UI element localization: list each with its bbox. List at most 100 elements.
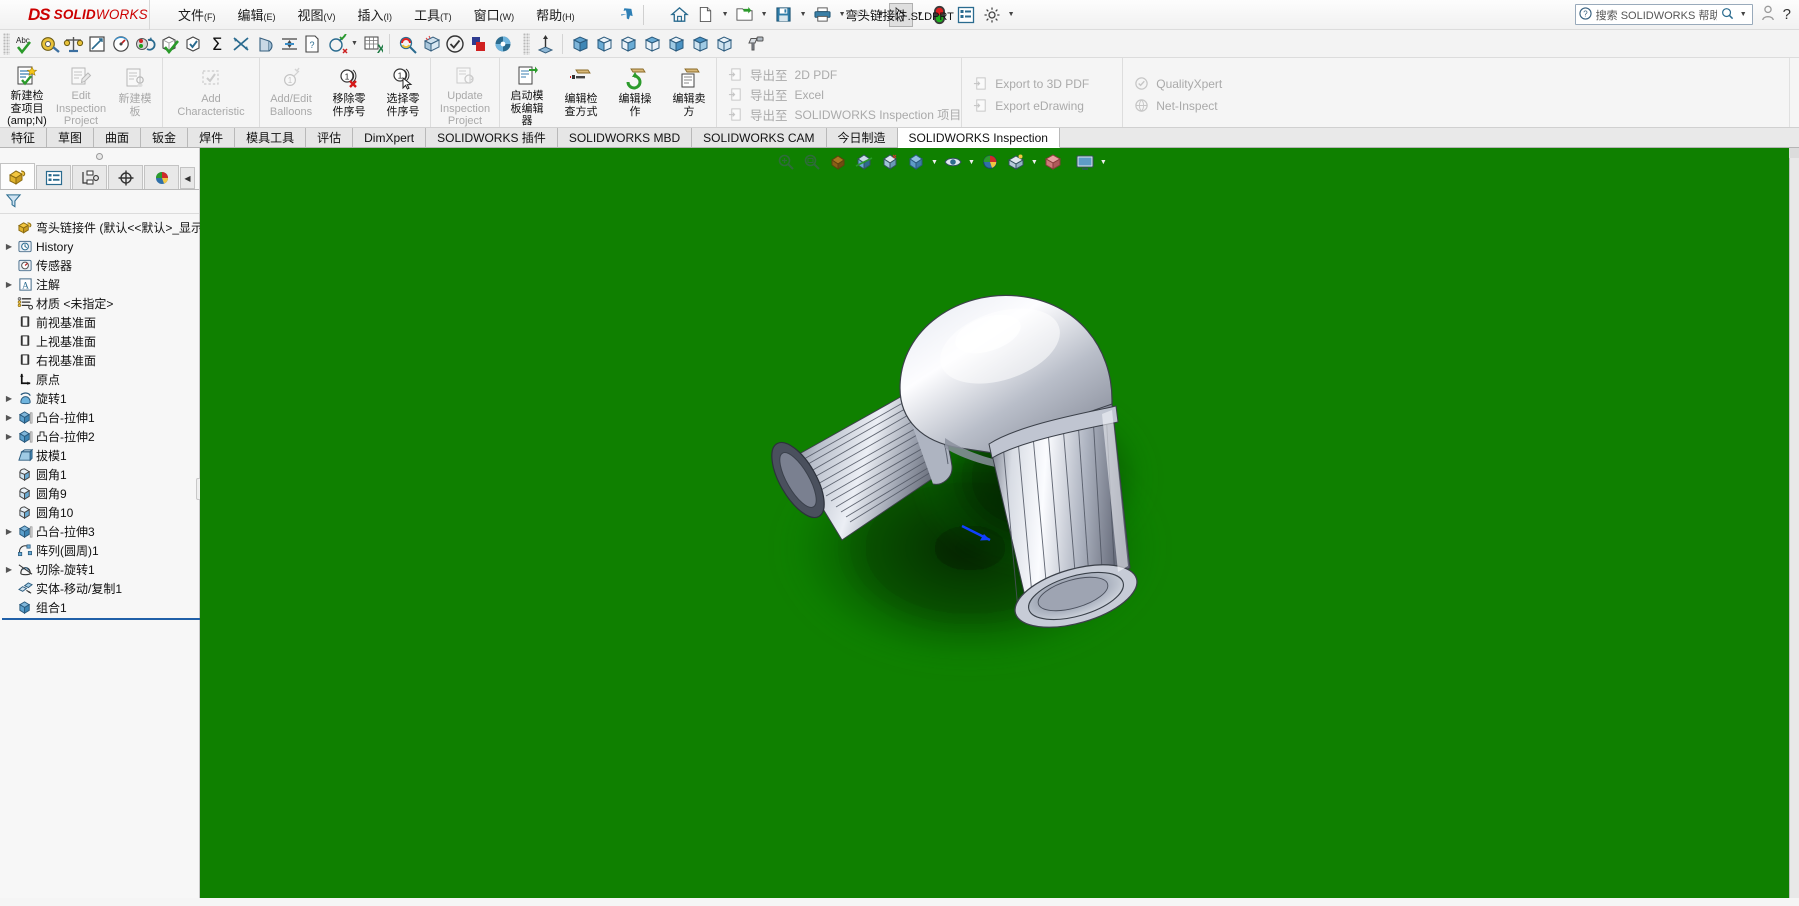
tree-node-fillet10[interactable]: 圆角10 (2, 503, 199, 522)
front-view-icon[interactable] (592, 32, 616, 56)
tree-node-fillet1[interactable]: 圆角1 (2, 465, 199, 484)
tree-expander[interactable]: ▶ (2, 565, 16, 574)
tree-node-extrude1[interactable]: ▶ 凸台-拉伸1 (2, 408, 199, 427)
tab-surfaces[interactable]: 曲面 (94, 128, 142, 147)
options-list-icon[interactable] (954, 3, 978, 27)
sum-equation-icon[interactable]: Σ (205, 32, 229, 56)
new-inspection-project-button[interactable]: 新建检 查项目 (amp;N) (0, 61, 54, 127)
tree-node-history[interactable]: ▶ History (2, 237, 199, 256)
feature-manager-tab[interactable] (0, 163, 35, 189)
left-view-icon[interactable] (640, 32, 664, 56)
search-help-box[interactable]: ? 搜索 SOLIDWORKS 帮助 ▼ (1574, 4, 1753, 25)
tab-manufacturing-today[interactable]: 今日制造 (826, 128, 898, 147)
tree-node-revolve1[interactable]: ▶ 旋转1 (2, 389, 199, 408)
launch-template-editor-button[interactable]: 启动模 板编辑 器 (500, 61, 554, 127)
tab-solidworks-addins[interactable]: SOLIDWORKS 插件 (426, 128, 558, 147)
paint-appearance-icon[interactable] (744, 32, 768, 56)
excel-export-icon[interactable]: X (360, 32, 384, 56)
qualityxpert-item[interactable]: QualityXpert (1133, 73, 1253, 95)
tree-expander[interactable]: ▶ (2, 527, 16, 536)
compare-documents-icon[interactable]: ? (301, 32, 325, 56)
select-balloon-button[interactable]: 1 选择零 件序号 (376, 61, 430, 124)
chevron-down-icon[interactable]: ▼ (915, 11, 926, 18)
top-view-icon[interactable] (688, 32, 712, 56)
bottom-view-icon[interactable] (712, 32, 736, 56)
tab-sketch[interactable]: 草图 (47, 128, 95, 147)
toolbar-grip[interactable] (3, 32, 10, 55)
sensor-gauge-icon[interactable] (109, 32, 133, 56)
chevron-down-icon[interactable]: ▼ (876, 11, 887, 18)
new-document-icon[interactable] (694, 3, 718, 27)
tree-node-sensors[interactable]: 传感器 (2, 256, 199, 275)
undo-icon[interactable] (850, 3, 874, 27)
tab-dimxpert[interactable]: DimXpert (353, 128, 427, 147)
tree-node-move-copy-body1[interactable]: 实体-移动/复制1 (2, 579, 199, 598)
normal-to-icon[interactable] (533, 32, 557, 56)
new-template-button[interactable]: 新建模 板 (108, 61, 162, 124)
export-3d-pdf-item[interactable]: Export to 3D PDF (972, 73, 1122, 95)
chevron-down-icon[interactable]: ▼ (1006, 11, 1017, 18)
tree-node-extrude2[interactable]: ▶ 凸台-拉伸2 (2, 427, 199, 446)
scene-icon[interactable] (419, 32, 443, 56)
edit-inspection-project-button[interactable]: Edit Inspection Project (54, 61, 108, 127)
tree-expander[interactable]: ▶ (2, 242, 16, 251)
add-edit-balloons-button[interactable]: 1 Add/Edit Balloons (260, 61, 322, 124)
tree-node-extrude3[interactable]: ▶ 凸台-拉伸3 (2, 522, 199, 541)
select-cursor-icon[interactable] (888, 2, 913, 27)
save-icon[interactable] (772, 3, 796, 27)
update-inspection-project-button[interactable]: Update Inspection Project (431, 61, 499, 127)
chevron-down-icon[interactable]: ▼ (349, 40, 360, 47)
validate-icon[interactable] (443, 32, 467, 56)
tree-node-top-plane[interactable]: 上视基准面 (2, 332, 199, 351)
appearance-icon[interactable] (467, 32, 491, 56)
chevron-down-icon[interactable]: ▼ (720, 11, 731, 18)
tree-expander[interactable]: ▶ (2, 280, 16, 289)
tree-expander[interactable]: ▶ (2, 394, 16, 403)
back-view-icon[interactable] (616, 32, 640, 56)
property-manager-tab[interactable] (36, 165, 71, 189)
tab-weldments[interactable]: 焊件 (188, 128, 236, 147)
tree-node-circular-pattern1[interactable]: 阵列(圆周)1 (2, 541, 199, 560)
chevron-down-icon[interactable]: ▼ (759, 11, 770, 18)
tab-solidworks-cam[interactable]: SOLIDWORKS CAM (692, 128, 827, 147)
tree-node-front-plane[interactable]: 前视基准面 (2, 313, 199, 332)
mass-properties-icon[interactable] (61, 32, 85, 56)
check-sketch-icon[interactable] (325, 32, 349, 56)
net-inspect-item[interactable]: Net-Inspect (1133, 95, 1253, 117)
check-geometry-icon[interactable] (157, 32, 181, 56)
print-icon[interactable] (811, 3, 835, 27)
menu-item-insert[interactable]: 插入(I) (358, 5, 393, 24)
menu-item-view[interactable]: 视图(V) (298, 5, 336, 24)
realview-icon[interactable] (395, 32, 419, 56)
menu-item-edit[interactable]: 编辑(E) (238, 5, 276, 24)
tree-node-combine1[interactable]: 组合1 (2, 598, 199, 617)
export-2d-pdf-item[interactable]: 导出至 2D PDF (727, 65, 961, 85)
display-manager-tab[interactable] (144, 165, 179, 189)
gear-settings-icon[interactable] (980, 3, 1004, 27)
tree-node-annotations[interactable]: ▶ A 注解 (2, 275, 199, 294)
tab-solidworks-mbd[interactable]: SOLIDWORKS MBD (557, 128, 693, 147)
tab-features[interactable]: 特征 (0, 128, 48, 147)
tab-sheetmetal[interactable]: 钣金 (141, 128, 189, 147)
menu-item-window[interactable]: 窗口(W) (474, 5, 515, 24)
tree-rollback-bar[interactable] (2, 618, 202, 620)
menu-item-file[interactable]: 文件(F) (178, 5, 216, 24)
configuration-manager-tab[interactable] (72, 165, 107, 189)
tab-mold-tools[interactable]: 模具工具 (235, 128, 307, 147)
edit-inspection-method-button[interactable]: 编辑检 查方式 (554, 61, 608, 124)
tree-node-material[interactable]: 材质 <未指定> (2, 294, 199, 313)
panel-pin-dot[interactable] (0, 148, 199, 164)
open-folder-icon[interactable] (733, 3, 757, 27)
tree-node-revolve-cut1[interactable]: ▶ 切除-旋转1 (2, 560, 199, 579)
menu-item-help[interactable]: 帮助(H) (536, 5, 575, 24)
chevron-down-icon[interactable]: ▼ (798, 11, 809, 18)
tree-expander[interactable]: ▶ (2, 432, 16, 441)
tree-expander[interactable]: ▶ (2, 413, 16, 422)
interference-detection-icon[interactable] (229, 32, 253, 56)
draft-analysis-icon[interactable] (253, 32, 277, 56)
measure-icon[interactable] (37, 32, 61, 56)
chevron-down-icon[interactable]: ▼ (837, 11, 848, 18)
tab-solidworks-inspection[interactable]: SOLIDWORKS Inspection (897, 128, 1060, 148)
tab-evaluate[interactable]: 评估 (306, 128, 354, 147)
tree-node-fillet9[interactable]: 圆角9 (2, 484, 199, 503)
